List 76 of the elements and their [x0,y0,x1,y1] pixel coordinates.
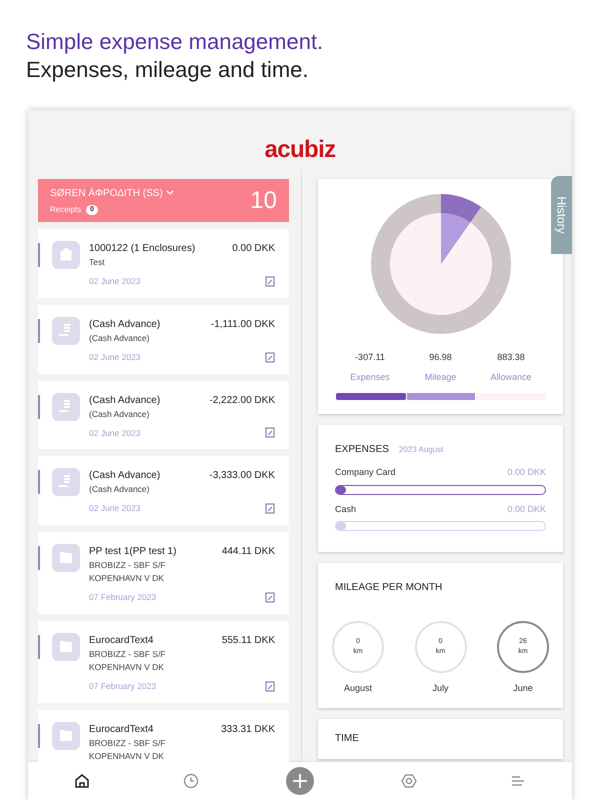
mileage-title: MILEAGE PER MONTH [334,581,444,595]
expenses-title: EXPENSES [335,443,389,457]
chevron-down-icon [166,190,174,196]
entry-detail: BROBIZZ - SBF S/F [89,736,167,750]
entry-amount: 333.31 DKK [221,722,275,736]
document-icon[interactable] [265,276,275,287]
expenses-period: 2023 August [398,444,444,456]
entry-amount: 444.11 DKK [222,545,275,559]
receipts-label: Receipts [50,204,82,216]
entry-detail: (Cash Advance) [89,332,150,345]
entry-title: EurocardText4 [89,722,154,736]
folder-icon [52,632,80,661]
logo: acubiz [264,135,336,165]
summary-value: 96.98 [429,351,452,364]
entry-title: EurocardText4 [89,634,154,648]
summary-label: Allowance [490,370,532,384]
entry-date: 07 February 2023 [89,591,156,604]
entry-card[interactable]: EurocardText4 333.31 DKK BROBIZZ - SBF S/F KOPENHAVN V DK [38,710,289,762]
entry-detail: BROBIZZ - SBF S/F [89,559,167,572]
summary-value: -307.11 [355,351,385,364]
expense-label: Cash [335,502,356,516]
entry-detail: KOPENHAVN V DK [89,750,165,762]
entry-amount: 0.00 DKK [232,242,275,256]
entry-card[interactable]: (Cash Advance) -1,111.00 DKK (Cash Advance) 02 June 2023 [38,304,289,374]
entry-detail: (Cash Advance) [89,408,150,420]
entry-detail: BROBIZZ - SBF S/F [89,648,167,661]
expense-label: Company Card [335,466,396,479]
entry-card[interactable]: (Cash Advance) -3,333.00 DKK (Cash Advance) 02 June 2023 [38,456,289,525]
bag-icon [52,241,80,269]
document-icon[interactable] [265,427,275,438]
entry-amount: -2,222.00 DKK [209,394,275,408]
month-label: August [344,682,372,695]
entry-detail: KOPENHAVN V DK [89,572,165,585]
entry-title: (Cash Advance) [89,318,160,332]
entry-amount: 555.11 DKK [222,634,275,648]
entry-card[interactable]: (Cash Advance) -2,222.00 DKK (Cash Advance) 02 June 2023 [38,380,289,450]
home-icon [74,773,90,789]
expense-amount: 0.00 DKK [507,502,546,516]
headline: Simple expense management. [26,28,324,56]
entry-date: 02 June 2023 [89,502,141,515]
entry-title: PP test 1(PP test 1) [89,545,176,559]
entry-amount: -1,111.00 DKK [210,318,275,332]
entry-date: 02 June 2023 [89,426,141,440]
entry-card[interactable]: 1000122 (1 Enclosures) 0.00 DKK Test 02 June 2023 [38,229,289,298]
document-icon[interactable] [265,503,275,514]
document-icon[interactable] [265,592,275,603]
add-icon [286,767,314,795]
entry-detail: KOPENHAVN V DK [89,660,165,674]
settings-icon [400,773,417,789]
entry-title: 1000122 (1 Enclosures) [89,242,196,256]
folder-icon [52,722,80,750]
entry-title: (Cash Advance) [89,469,160,484]
time-title: TIME [335,732,359,744]
subheadline: Expenses, mileage and time. [26,56,310,84]
month-label: June [513,682,533,695]
summary-value: 883.38 [497,351,525,364]
entry-detail: Test [89,256,106,269]
document-icon[interactable] [265,680,275,692]
folder-icon [52,544,80,572]
document-icon[interactable] [265,352,275,363]
clock-icon [183,773,200,789]
entry-amount: -3,333.00 DKK [209,469,275,484]
history-label: History [554,196,570,234]
total-count: 10 [250,186,277,216]
entry-title: (Cash Advance) [89,394,160,408]
entry-date: 02 June 2023 [89,275,141,288]
expense-amount: 0.00 DKK [507,466,546,479]
user-name: SØREN ÁΦΡΟΔΙΤΗ (SS) [50,186,163,200]
summary-label: Mileage [424,370,456,384]
entry-date: 07 February 2023 [89,680,156,692]
entry-card[interactable]: PP test 1(PP test 1) 444.11 DKK BROBIZZ - SBF S/F KOPENHAVN V DK 07 February 2023 [38,532,289,614]
entry-card[interactable]: EurocardText4 555.11 DKK BROBIZZ - SBF S/F KOPENHAVN V DK 07 February 2023 [38,620,289,702]
month-label: July [432,682,448,695]
summary-label: Expenses [350,370,390,384]
entry-date: 02 June 2023 [89,350,141,364]
entry-detail: (Cash Advance) [89,483,150,496]
